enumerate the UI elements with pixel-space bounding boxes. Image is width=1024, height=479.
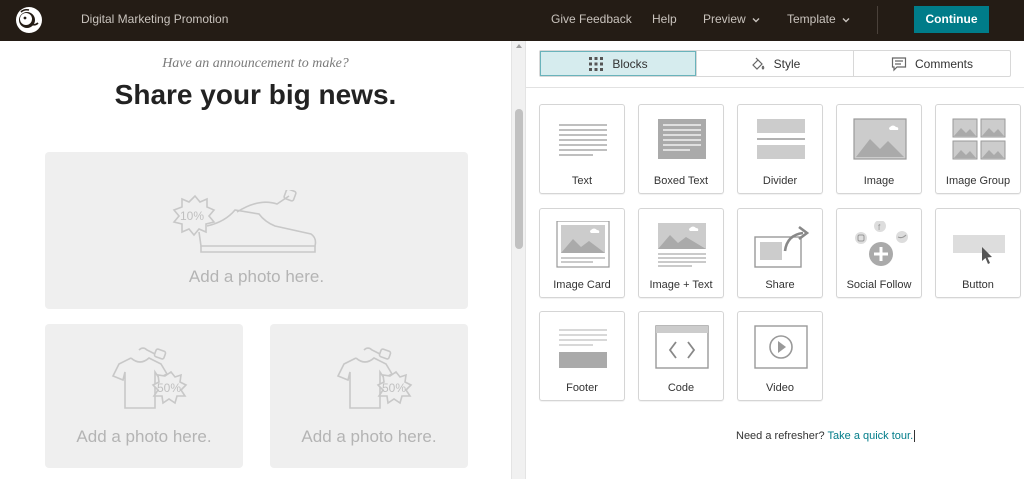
panel-tabs: Blocks Style Comments bbox=[539, 50, 1011, 77]
image-group-block[interactable]: Image Group bbox=[935, 104, 1021, 194]
text-block[interactable]: Text bbox=[539, 104, 625, 194]
panel-separator bbox=[526, 87, 1024, 88]
image-group-block-icon bbox=[952, 118, 1006, 160]
right-photo-placeholder[interactable]: 50% Add a photo here. bbox=[270, 324, 468, 468]
block-label: Image + Text bbox=[649, 279, 713, 291]
share-block[interactable]: Share bbox=[737, 208, 823, 298]
social-follow-block[interactable]: f Social Follow bbox=[836, 208, 922, 298]
image-block[interactable]: Image bbox=[836, 104, 922, 194]
block-label: Code bbox=[667, 382, 695, 394]
help-link[interactable]: Help bbox=[652, 12, 677, 26]
block-label: Image Card bbox=[553, 279, 611, 291]
scrollbar-thumb[interactable] bbox=[515, 109, 523, 249]
block-label: Image bbox=[863, 175, 895, 187]
image-text-block[interactable]: Image + Text bbox=[638, 208, 724, 298]
paint-bucket-icon bbox=[751, 57, 765, 70]
quick-tour-hint: Need a refresher? Take a quick tour. bbox=[526, 430, 1024, 443]
share-block-icon bbox=[754, 225, 810, 268]
block-label: Video bbox=[766, 382, 794, 394]
announcement-text[interactable]: Have an announcement to make? bbox=[0, 56, 511, 72]
block-label: Boxed Text bbox=[653, 175, 709, 187]
left-photo-label: Add a photo here. bbox=[76, 427, 212, 446]
block-label: Button bbox=[962, 279, 994, 291]
left-sale-tag: 50% bbox=[157, 381, 181, 395]
preview-menu[interactable]: Preview bbox=[703, 12, 760, 26]
email-preview[interactable]: Have an announcement to make? Share your… bbox=[0, 41, 511, 479]
button-block-icon bbox=[953, 235, 1005, 264]
tab-comments[interactable]: Comments bbox=[854, 51, 1010, 76]
left-photo-placeholder[interactable]: 50% Add a photo here. bbox=[45, 324, 243, 468]
social-follow-block-icon: f bbox=[855, 221, 908, 266]
template-menu[interactable]: Template bbox=[787, 12, 850, 26]
shirt-sale-icon: 50% bbox=[111, 347, 188, 409]
divider-block-icon bbox=[757, 119, 805, 159]
block-label: Text bbox=[571, 175, 593, 187]
tab-style-label: Style bbox=[773, 56, 801, 71]
block-label: Footer bbox=[566, 382, 598, 394]
footer-block-icon bbox=[559, 329, 607, 368]
code-block[interactable]: Code bbox=[638, 311, 724, 401]
image-text-block-icon bbox=[658, 223, 706, 267]
chevron-down-icon bbox=[752, 17, 760, 23]
image-block-icon bbox=[853, 118, 907, 160]
hero-photo-label: Add a photo here. bbox=[188, 267, 325, 286]
give-feedback-link[interactable]: Give Feedback bbox=[551, 12, 632, 26]
block-label: Social Follow bbox=[846, 279, 912, 291]
block-label: Image Group bbox=[945, 175, 1011, 187]
block-label: Share bbox=[765, 279, 795, 291]
nav-divider bbox=[877, 6, 878, 34]
shoe-sale-icon: 10% bbox=[172, 190, 317, 253]
grid-icon bbox=[589, 56, 604, 71]
image-card-block[interactable]: Image Card bbox=[539, 208, 625, 298]
hero-photo-placeholder[interactable]: 10% Add a photo here. bbox=[45, 152, 468, 309]
top-bar: Digital Marketing Promotion Give Feedbac… bbox=[0, 0, 1024, 41]
boxed-text-block[interactable]: Boxed Text bbox=[638, 104, 724, 194]
block-label: Divider bbox=[762, 175, 798, 187]
shirt-sale-icon: 50% bbox=[336, 347, 413, 409]
tab-blocks[interactable]: Blocks bbox=[540, 51, 697, 76]
refresher-text: Need a refresher? bbox=[736, 430, 825, 442]
content-panel: Blocks Style Comments Text Boxed Text Di… bbox=[526, 41, 1024, 479]
right-photo-label: Add a photo here. bbox=[301, 427, 437, 446]
divider-block[interactable]: Divider bbox=[737, 104, 823, 194]
tab-comments-label: Comments bbox=[914, 56, 973, 71]
chevron-down-icon bbox=[842, 17, 850, 23]
boxed-text-block-icon bbox=[658, 119, 706, 159]
button-block[interactable]: Button bbox=[935, 208, 1021, 298]
comment-icon bbox=[891, 56, 907, 71]
tab-blocks-label: Blocks bbox=[612, 56, 648, 71]
preview-scrollbar[interactable] bbox=[511, 41, 526, 479]
code-block-icon bbox=[655, 325, 709, 369]
quick-tour-link[interactable]: Take a quick tour. bbox=[828, 430, 914, 442]
footer-block[interactable]: Footer bbox=[539, 311, 625, 401]
continue-button[interactable]: Continue bbox=[914, 6, 989, 33]
preview-menu-label: Preview bbox=[703, 12, 746, 26]
text-cursor bbox=[914, 430, 916, 443]
image-card-block-icon bbox=[556, 221, 610, 268]
video-block[interactable]: Video bbox=[737, 311, 823, 401]
headline-text[interactable]: Share your big news. bbox=[0, 79, 511, 111]
scroll-up-arrow-icon[interactable] bbox=[516, 44, 522, 48]
hero-sale-tag: 10% bbox=[180, 209, 204, 223]
template-menu-label: Template bbox=[787, 12, 836, 26]
video-block-icon bbox=[754, 325, 808, 369]
right-sale-tag: 50% bbox=[382, 381, 406, 395]
text-block-icon bbox=[559, 124, 607, 156]
campaign-title: Digital Marketing Promotion bbox=[81, 12, 229, 26]
mailchimp-logo-icon[interactable] bbox=[14, 5, 44, 35]
tab-style[interactable]: Style bbox=[697, 51, 854, 76]
